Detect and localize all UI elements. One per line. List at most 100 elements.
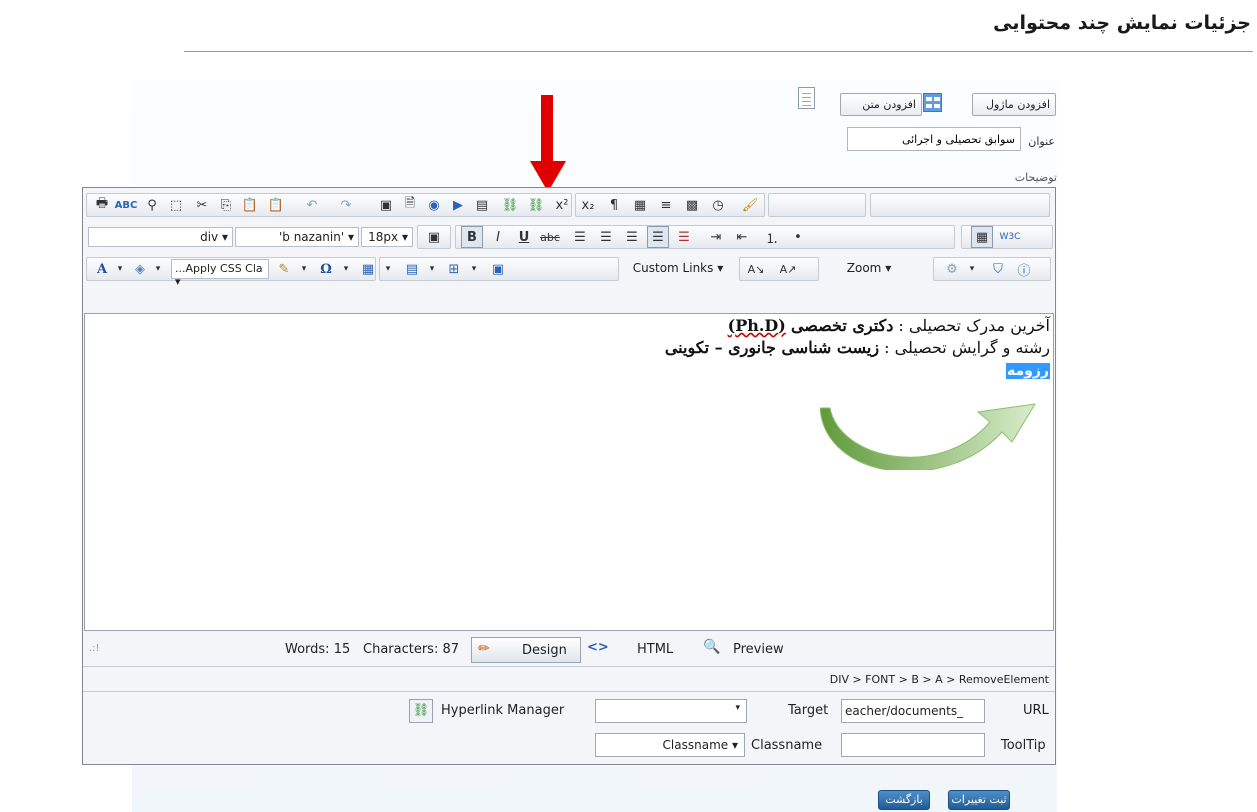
underline-button[interactable]: U xyxy=(513,226,535,248)
add-text-button[interactable]: افزودن متن xyxy=(840,93,922,116)
design-tab-label: Design xyxy=(522,643,567,658)
numbered-list-icon[interactable]: ⒈ xyxy=(761,226,783,248)
subscript-icon[interactable]: x₂ xyxy=(577,194,599,216)
flash-manager-icon[interactable]: ◉ xyxy=(423,194,445,216)
paste-options-icon[interactable]: 📋 xyxy=(265,194,287,216)
outdent-icon[interactable]: ⇤ xyxy=(731,226,753,248)
copy-icon[interactable]: ⎘ xyxy=(215,194,237,216)
url-label: URL xyxy=(1023,703,1049,718)
symbols-dropdown-icon[interactable]: ▾ xyxy=(335,258,357,280)
title-label: عنوان xyxy=(1028,135,1055,148)
media-manager-icon[interactable]: ▶ xyxy=(447,194,469,216)
format-stripper-icon[interactable]: 🖌 xyxy=(739,194,761,216)
field-prefix: رشته و گرایش تحصیلی : xyxy=(879,338,1050,357)
symbols-icon[interactable]: Ω xyxy=(315,258,337,280)
paragraph-icon[interactable]: ¶ xyxy=(603,194,625,216)
font-size-dropdown[interactable]: 18px ▾ xyxy=(361,227,413,247)
insert-list-icon[interactable]: ▤ xyxy=(401,258,423,280)
justify-none-icon[interactable]: ☰ xyxy=(673,226,695,248)
tooltip-input[interactable] xyxy=(841,733,985,757)
remove-link-icon[interactable]: ⛓ xyxy=(525,194,547,216)
resume-link-selected[interactable]: رزومه xyxy=(1006,363,1050,379)
page-title: جزئیات نمایش چند محتوایی xyxy=(993,12,1251,34)
increase-size-icon[interactable]: A↗ xyxy=(777,258,799,280)
align-center-icon[interactable]: ☰ xyxy=(595,226,617,248)
hyperlink-manager-icon[interactable]: ⛓ xyxy=(409,699,433,723)
format-brush-dropdown-icon[interactable]: ▾ xyxy=(293,258,315,280)
find-icon[interactable]: ⚲ xyxy=(141,194,163,216)
dom-path[interactable]: DIV > FONT > B > A > RemoveElement xyxy=(830,673,1049,686)
align-left-icon[interactable]: ☰ xyxy=(569,226,591,248)
toggle-tables-icon[interactable]: ▦ xyxy=(971,226,993,248)
snippets-icon[interactable]: ⊞ xyxy=(443,258,465,280)
back-color-dropdown-icon[interactable]: ▾ xyxy=(147,258,169,280)
insert-date-icon[interactable]: ▦ xyxy=(629,194,651,216)
back-button[interactable]: بازگشت xyxy=(878,790,930,810)
word-count: Words: 15 xyxy=(285,642,351,657)
cut-icon[interactable]: ✂ xyxy=(191,194,213,216)
preview-magnifier-icon[interactable]: 🔍 xyxy=(703,639,720,655)
about-icon[interactable]: ⓘ xyxy=(1013,258,1035,280)
html-tab[interactable]: HTML xyxy=(637,642,673,657)
image-icon[interactable]: ▣ xyxy=(423,226,445,248)
document-manager-icon[interactable]: 🗎 xyxy=(399,194,421,216)
url-input[interactable]: eacher/documents_ xyxy=(841,699,985,723)
description-label: توضیحات xyxy=(1014,171,1057,184)
font-name-dropdown[interactable]: 'b nazanin' ▾ xyxy=(235,227,359,247)
zoom-dropdown[interactable]: Zoom ▾ xyxy=(831,259,907,279)
resize-grip-icon[interactable]: .:! xyxy=(89,643,100,654)
list-dropdown-icon[interactable]: ▾ xyxy=(421,258,443,280)
custom-links-dropdown[interactable]: Custom Links ▾ xyxy=(621,259,735,279)
curved-arrow-icon xyxy=(820,403,1036,470)
classname-dropdown[interactable]: Classname ▾ xyxy=(595,733,745,757)
select-all-icon[interactable]: ⬚ xyxy=(165,194,187,216)
toolbar-row-1: 🖶 ABC ⚲ ⬚ ✂ ⎘ 📋 📋 ↶ ↷ ▣ 🗎 ◉ ▶ ▤ ⛓ ⛓ x² x… xyxy=(83,190,1055,220)
editor-content-area[interactable]: آخرین مدرک تحصیلی : دکتری تخصصی (Ph.D) ر… xyxy=(84,313,1054,631)
horizontal-rule-icon[interactable]: ≡ xyxy=(655,194,677,216)
module-manager-dropdown-icon[interactable]: ▾ xyxy=(961,258,983,280)
html-code-icon[interactable]: <> xyxy=(587,640,609,655)
image-map-icon[interactable]: ▣ xyxy=(487,258,509,280)
justify-icon[interactable]: ☰ xyxy=(647,226,669,248)
document-icon[interactable] xyxy=(798,87,815,109)
decrease-size-icon[interactable]: A↘ xyxy=(745,258,767,280)
superscript-icon[interactable]: x² xyxy=(551,194,573,216)
bold-button[interactable]: B xyxy=(461,226,483,248)
field-value: زیست شناسی جانوری – تکوینی xyxy=(664,338,880,357)
align-right-icon[interactable]: ☰ xyxy=(621,226,643,248)
print-icon[interactable]: 🖶 xyxy=(91,194,113,216)
italic-button[interactable]: I xyxy=(487,226,509,248)
css-class-dropdown[interactable]: ...Apply CSS Cla ▾ xyxy=(171,259,269,288)
image-manager-icon[interactable]: ▣ xyxy=(375,194,397,216)
paste-icon[interactable]: 📋 xyxy=(239,194,261,216)
rich-text-editor: 🖶 ABC ⚲ ⬚ ✂ ⎘ 📋 📋 ↶ ↷ ▣ 🗎 ◉ ▶ ▤ ⛓ ⛓ x² x… xyxy=(82,187,1056,765)
spellcheck-icon[interactable]: ABC xyxy=(115,194,138,216)
table-dropdown-icon[interactable]: ▾ xyxy=(377,258,399,280)
format-brush-icon[interactable]: ✎ xyxy=(273,258,295,280)
xhtml-validator-icon[interactable]: W3C xyxy=(999,226,1021,248)
design-tab[interactable]: ✏ Design xyxy=(471,637,581,663)
add-module-button[interactable]: افزودن ماژول xyxy=(972,93,1056,116)
title-input[interactable] xyxy=(847,127,1021,151)
strikethrough-button[interactable]: abc xyxy=(539,226,561,248)
fore-color-dropdown-icon[interactable]: ▾ xyxy=(109,258,131,280)
insert-table-icon[interactable]: ▦ xyxy=(357,258,379,280)
hyperlink-icon[interactable]: ⛓ xyxy=(499,194,521,216)
preview-tab[interactable]: Preview xyxy=(733,642,784,657)
target-dropdown[interactable]: ▾ xyxy=(595,699,747,723)
module-manager-icon[interactable]: ⚙ xyxy=(941,258,963,280)
save-changes-button[interactable]: ثبت تغییرات xyxy=(948,790,1010,810)
insert-time-icon[interactable]: ◷ xyxy=(707,194,729,216)
hyperlink-manager-label: Hyperlink Manager xyxy=(441,703,565,718)
paragraph-style-dropdown[interactable]: div ▾ xyxy=(88,227,233,247)
module-icon[interactable] xyxy=(923,93,942,112)
template-manager-icon[interactable]: ▤ xyxy=(471,194,493,216)
track-changes-icon[interactable]: ⛉ xyxy=(987,258,1009,280)
snippets-dropdown-icon[interactable]: ▾ xyxy=(463,258,485,280)
redo-icon[interactable]: ↷ xyxy=(335,194,357,216)
undo-icon[interactable]: ↶ xyxy=(301,194,323,216)
add-text-label: افزودن متن xyxy=(862,98,916,111)
insert-symbol-icon[interactable]: ▩ xyxy=(681,194,703,216)
indent-icon[interactable]: ⇥ xyxy=(705,226,727,248)
bulleted-list-icon[interactable]: • xyxy=(787,226,809,248)
